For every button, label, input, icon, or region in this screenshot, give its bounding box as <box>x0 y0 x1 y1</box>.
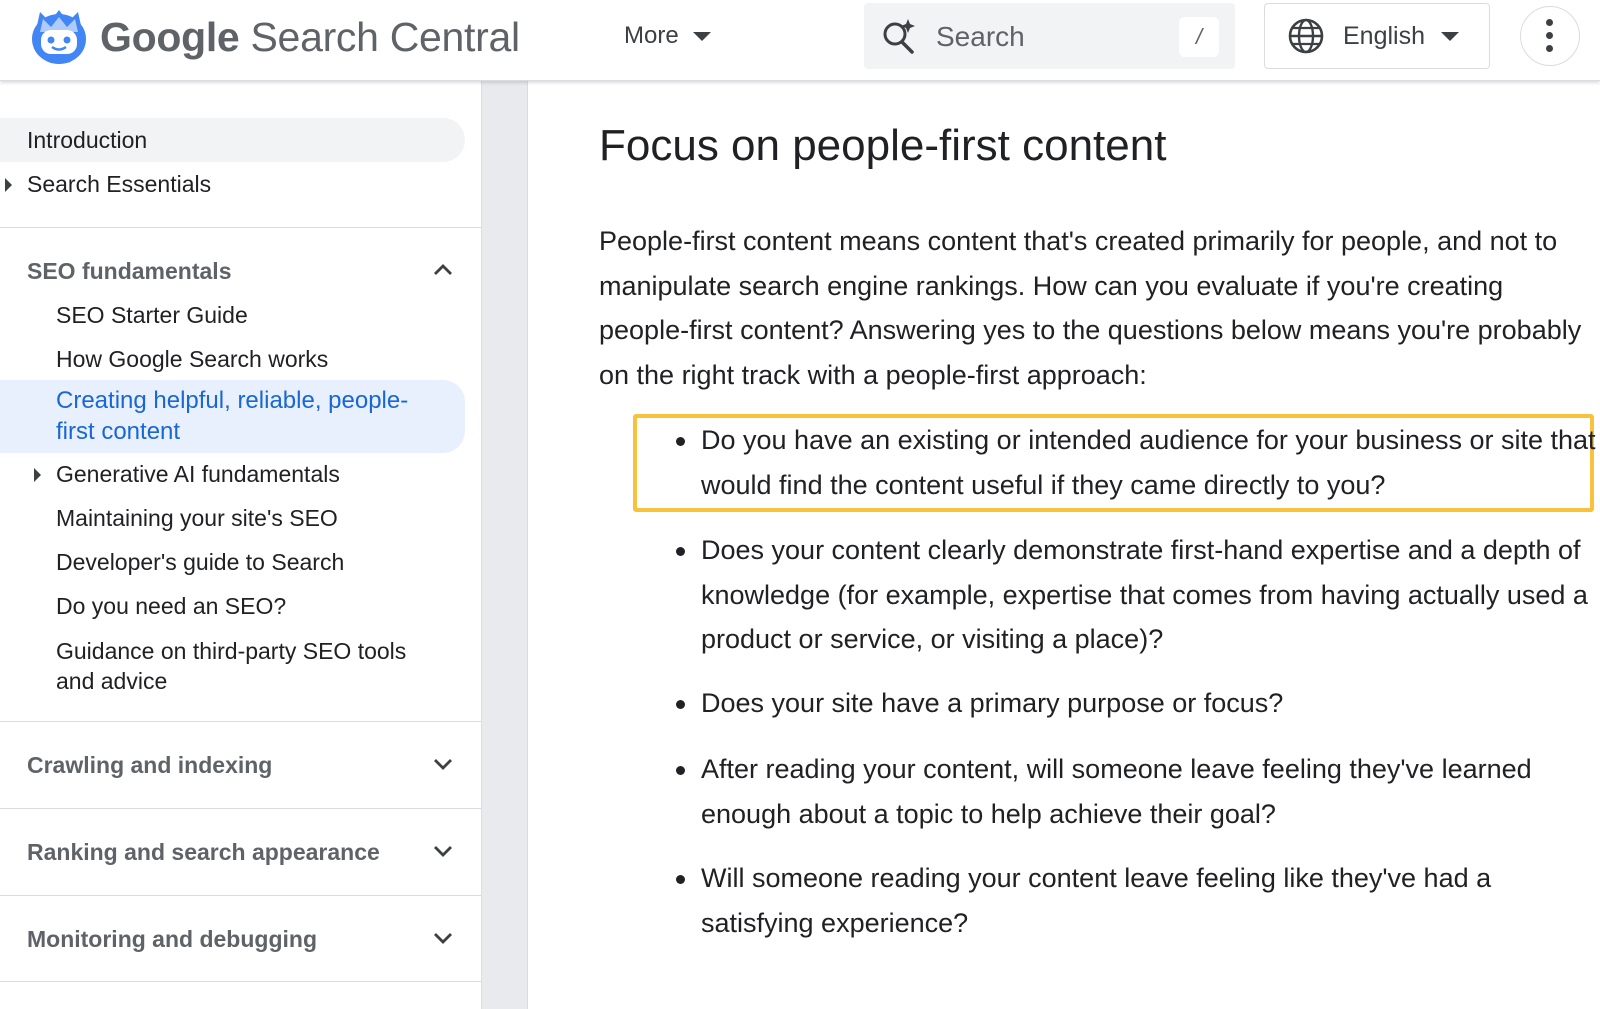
nav-divider <box>0 981 481 982</box>
search-input[interactable] <box>934 16 1158 58</box>
nav-item-third-party-seo[interactable]: Guidance on third-party SEO tools and ad… <box>56 636 426 696</box>
bullet-dot <box>676 547 685 556</box>
expand-triangle-icon[interactable] <box>34 468 41 482</box>
article-content: Focus on people-first content People-fir… <box>527 81 1600 1009</box>
intro-paragraph: People-first content means content that'… <box>599 226 1582 390</box>
more-menu-button[interactable]: More <box>624 16 711 56</box>
left-nav: Introduction Search Essentials SEO funda… <box>0 81 481 1009</box>
search-bar[interactable]: / <box>864 3 1235 69</box>
chevron-down-icon <box>1441 31 1459 41</box>
nav-item-need-an-seo[interactable]: Do you need an SEO? <box>56 593 286 620</box>
brand-title[interactable]: Google Search Central <box>100 13 520 61</box>
question-text: After reading your content, will someone… <box>701 754 1532 829</box>
nav-divider <box>0 808 481 809</box>
section-ranking-appearance[interactable]: Ranking and search appearance <box>27 839 380 866</box>
question-text: Do you have an existing or intended audi… <box>701 425 1596 500</box>
sparkle-search-icon <box>883 19 915 54</box>
nav-item-maintaining-seo[interactable]: Maintaining your site's SEO <box>56 505 338 532</box>
page-title: Focus on people-first content <box>599 121 1167 170</box>
question-text: Does your content clearly demonstrate fi… <box>701 535 1588 654</box>
brand-product: Search Central <box>250 14 521 60</box>
more-vert-icon-dot <box>1546 32 1553 39</box>
top-header: Google Search Central More / English <box>0 0 1600 81</box>
nav-item-helpful-content[interactable]: Creating helpful, reliable, people-first… <box>56 385 436 447</box>
nav-divider <box>0 895 481 896</box>
chevron-down-icon[interactable] <box>431 839 455 863</box>
more-vert-icon <box>1546 19 1553 26</box>
nav-item-developers-guide[interactable]: Developer's guide to Search <box>56 549 344 576</box>
language-label: English <box>1343 21 1425 50</box>
more-vert-icon-dot <box>1546 45 1553 52</box>
section-seo-fundamentals[interactable]: SEO fundamentals <box>27 258 231 285</box>
bullet-dot <box>676 700 685 709</box>
nav-divider <box>0 227 481 228</box>
section-monitoring-debugging[interactable]: Monitoring and debugging <box>27 926 317 953</box>
sidebar-gutter[interactable] <box>481 81 528 1009</box>
more-vert-button[interactable] <box>1520 6 1580 66</box>
nav-item-generative-ai[interactable]: Generative AI fundamentals <box>56 461 340 488</box>
search-shortcut-key: / <box>1179 17 1219 57</box>
question-text: Does your site have a primary purpose or… <box>701 688 1284 718</box>
chevron-up-icon[interactable] <box>431 258 455 282</box>
chevron-down-icon[interactable] <box>431 752 455 776</box>
nav-item-seo-starter-guide[interactable]: SEO Starter Guide <box>56 302 248 329</box>
chevron-down-icon[interactable] <box>431 926 455 950</box>
nav-item-how-search-works[interactable]: How Google Search works <box>56 346 328 373</box>
section-crawling-indexing[interactable]: Crawling and indexing <box>27 752 272 779</box>
bullet-dot <box>676 875 685 884</box>
nav-item-search-essentials[interactable]: Search Essentials <box>27 171 211 198</box>
chevron-down-icon <box>692 31 711 41</box>
nav-item-introduction[interactable]: Introduction <box>27 127 147 154</box>
search-central-logo-icon[interactable] <box>28 8 90 66</box>
more-label: More <box>624 22 679 49</box>
expand-triangle-icon[interactable] <box>5 178 12 192</box>
language-selector[interactable]: English <box>1264 3 1490 69</box>
nav-divider <box>0 721 481 722</box>
question-text: Will someone reading your content leave … <box>701 863 1492 938</box>
globe-icon <box>1288 18 1324 54</box>
brand-google: Google <box>100 14 240 60</box>
bullet-dot <box>676 766 685 775</box>
bullet-dot <box>676 437 685 446</box>
